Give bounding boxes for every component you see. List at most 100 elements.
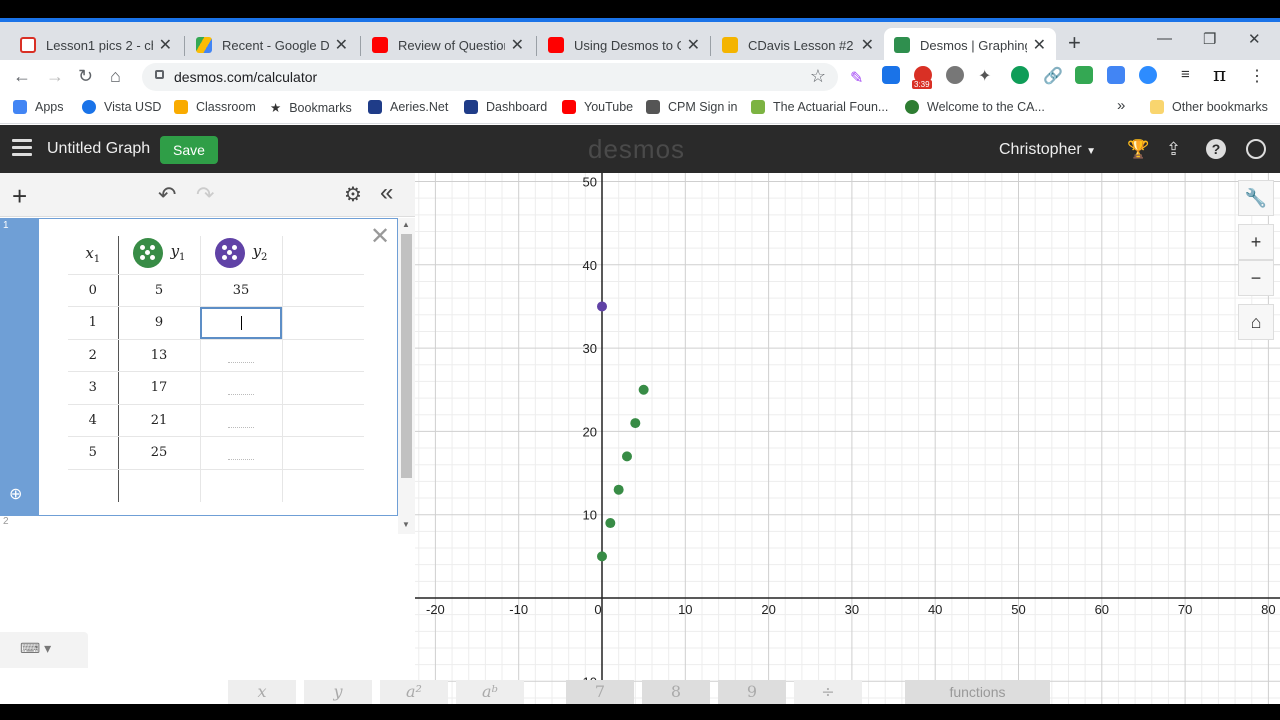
reload-icon[interactable]: ↻	[78, 66, 93, 87]
column-header-y1[interactable]: y1	[118, 236, 201, 275]
table-cell[interactable]: 2	[68, 339, 119, 372]
globe-extension-icon[interactable]	[946, 66, 964, 84]
more-bookmarks-button[interactable]: »	[1117, 97, 1125, 114]
undo-icon[interactable]: ↶	[158, 182, 176, 208]
keypad-key-8[interactable]: 8	[642, 680, 710, 704]
table-cell[interactable]: 4	[68, 404, 119, 437]
bookmark-star-icon[interactable]: ☆	[810, 66, 826, 87]
keypad-key-a-squared[interactable]: a²	[380, 680, 448, 704]
screen-extension-icon[interactable]	[1107, 66, 1125, 84]
keypad-key-y[interactable]: y	[304, 680, 372, 704]
empty-table-cell[interactable]	[200, 371, 283, 405]
tab-desmos[interactable]: Desmos | Graphing C ✕	[884, 28, 1056, 62]
share-icon[interactable]: ⇪	[1166, 139, 1181, 160]
close-tab-icon[interactable]: ✕	[1033, 35, 1046, 55]
green-extension-icon[interactable]	[1011, 66, 1029, 84]
default-view-home-icon[interactable]: ⌂	[1238, 304, 1274, 340]
column-header-y2[interactable]: y2	[200, 236, 283, 275]
collapse-list-icon[interactable]: «	[380, 179, 393, 207]
table-cell[interactable]: 13	[118, 339, 201, 372]
zoom-in-button[interactable]: +	[1238, 224, 1274, 260]
empty-table-cell[interactable]	[200, 339, 283, 372]
redo-icon[interactable]: ↷	[196, 182, 214, 208]
bookmark-actuarial[interactable]: The Actuarial Foun...	[751, 100, 888, 114]
restore-icon[interactable]: ❐	[1203, 30, 1216, 48]
new-tab-button[interactable]: +	[1068, 30, 1081, 56]
close-tab-icon[interactable]: ✕	[861, 35, 874, 55]
table-cell[interactable]: 25	[118, 436, 201, 470]
graph-paper[interactable]: -20-1001020304050607080-101020304050	[415, 173, 1280, 704]
series-style-green-icon[interactable]	[132, 237, 163, 268]
bookmark-youtube[interactable]: YouTube	[562, 100, 633, 114]
bird-extension-icon[interactable]: ✦	[978, 66, 996, 85]
keypad-functions-button[interactable]: functions	[905, 680, 1050, 704]
language-globe-icon[interactable]	[1246, 139, 1266, 159]
graph-title[interactable]: Untitled Graph	[47, 140, 150, 158]
playlist-icon[interactable]: ≡	[1181, 66, 1199, 84]
active-table-cell[interactable]	[200, 306, 283, 340]
pi-extension-icon[interactable]: π	[1213, 62, 1231, 86]
bookmark-aeries[interactable]: Aeries.Net	[368, 100, 448, 114]
close-window-icon[interactable]: ✕	[1248, 30, 1261, 48]
tab-youtube-desmos[interactable]: Using Desmos to Ge ✕	[538, 28, 710, 62]
series-style-purple-icon[interactable]	[214, 237, 245, 268]
table-cell-new[interactable]	[118, 469, 201, 502]
save-button[interactable]: Save	[160, 136, 218, 164]
pen-extension-icon[interactable]: ✎	[850, 68, 868, 87]
tab-slides[interactable]: CDavis Lesson #2 Vir ✕	[712, 28, 884, 62]
table-cell-new[interactable]	[200, 469, 283, 502]
delete-expression-icon[interactable]: ✕	[370, 222, 390, 251]
bookmark-classroom[interactable]: Classroom	[174, 100, 256, 114]
close-tab-icon[interactable]: ✕	[159, 35, 172, 55]
close-tab-icon[interactable]: ✕	[687, 35, 700, 55]
table-cell[interactable]: 5	[118, 274, 201, 307]
menu-kebab-icon[interactable]: ⋮	[1249, 66, 1267, 85]
keypad-key-divide[interactable]: ÷	[794, 680, 862, 704]
home-icon[interactable]: ⌂	[110, 66, 121, 87]
empty-table-cell[interactable]	[200, 404, 283, 437]
column-header-x1[interactable]: x1	[68, 236, 119, 275]
close-tab-icon[interactable]: ✕	[335, 35, 348, 55]
cast-extension-icon[interactable]	[882, 66, 900, 84]
bookmark-ca[interactable]: Welcome to the CA...	[905, 100, 1045, 114]
classroom-extension-icon[interactable]	[1075, 66, 1093, 84]
keypad-key-x[interactable]: x	[228, 680, 296, 704]
other-bookmarks[interactable]: Other bookmarks	[1150, 100, 1268, 114]
graph-settings-wrench-icon[interactable]: 🔧	[1238, 180, 1274, 216]
bookmark-bookmarks[interactable]: ★ Bookmarks	[270, 100, 352, 116]
tab-gmail[interactable]: Lesson1 pics 2 - chri ✕	[10, 28, 182, 62]
forward-icon[interactable]: →	[46, 66, 64, 87]
table-cell[interactable]: 21	[118, 404, 201, 437]
bookmark-apps[interactable]: Apps	[13, 100, 64, 114]
settings-gear-icon[interactable]: ⚙	[344, 182, 362, 207]
bookmark-vista-usd[interactable]: Vista USD	[82, 100, 161, 114]
tab-drive[interactable]: Recent - Google Driv ✕	[186, 28, 358, 62]
table-cell[interactable]: 5	[68, 436, 119, 470]
hamburger-menu-icon[interactable]	[12, 139, 32, 157]
keypad-key-9[interactable]: 9	[718, 680, 786, 704]
table-cell[interactable]: 3	[68, 371, 119, 405]
help-icon[interactable]: ?	[1206, 139, 1226, 159]
table-cell[interactable]: 1	[68, 306, 119, 340]
trophy-icon[interactable]: 🏆	[1127, 139, 1149, 160]
table-cell[interactable]: 9	[118, 306, 201, 340]
back-icon[interactable]: ←	[13, 66, 31, 87]
user-menu[interactable]: Christopher ▼	[999, 141, 1096, 159]
keypad-key-7[interactable]: 7	[566, 680, 634, 704]
zoom-fit-icon[interactable]: ⊕	[9, 484, 22, 504]
minimize-icon[interactable]: —	[1157, 30, 1172, 47]
table-cell-new[interactable]	[68, 469, 119, 502]
table-cell[interactable]: 35	[200, 274, 283, 307]
zoom-out-button[interactable]: −	[1238, 260, 1274, 296]
close-tab-icon[interactable]: ✕	[511, 35, 524, 55]
expression-scrollbar[interactable]: ▲ ▼	[398, 218, 415, 534]
zoom-extension-icon[interactable]	[1139, 66, 1157, 84]
scroll-down-icon[interactable]: ▼	[402, 520, 410, 529]
scroll-thumb[interactable]	[401, 234, 412, 478]
scroll-up-icon[interactable]: ▲	[402, 220, 410, 229]
table-cell[interactable]: 0	[68, 274, 119, 307]
bookmark-dashboard[interactable]: Dashboard	[464, 100, 547, 114]
table-cell[interactable]: 17	[118, 371, 201, 405]
omnibox[interactable]: desmos.com/calculator ☆	[142, 63, 838, 91]
keypad-key-a-power-b[interactable]: aᵇ	[456, 680, 524, 704]
